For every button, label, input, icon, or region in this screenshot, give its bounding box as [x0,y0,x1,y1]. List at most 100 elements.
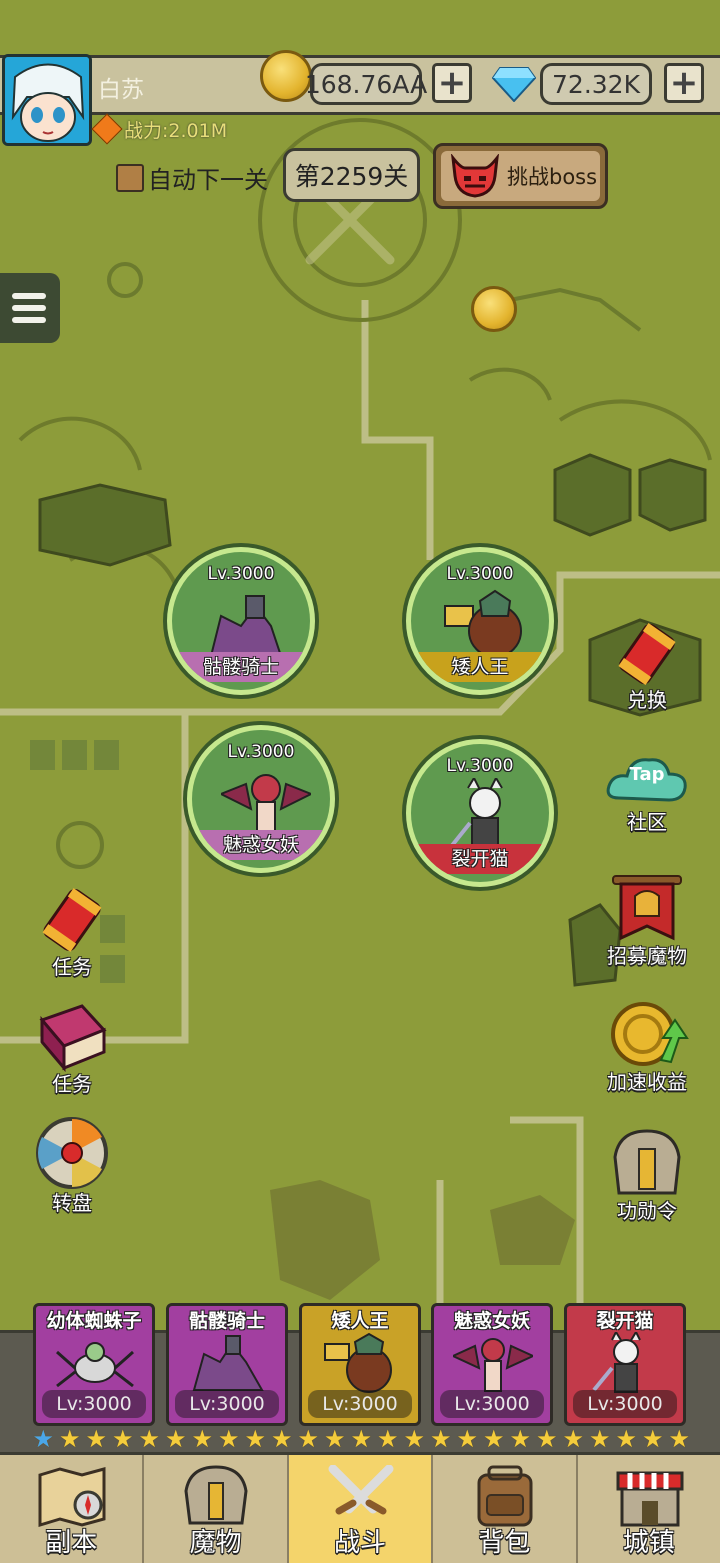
tap-cloud-icon: Tap [605,748,689,810]
add-gold-button[interactable]: + [432,63,472,103]
team-card-succubus[interactable]: 魅惑女妖 Lv:3000 [431,1303,553,1426]
auto-next-checkbox[interactable] [116,164,144,192]
menu-icon-line [12,317,46,323]
gold-star-icon: ★ [58,1425,81,1453]
gem-amount: 72.32K [540,63,652,105]
boss-demon-icon [451,154,499,198]
team-card-split-cat[interactable]: 裂开猫 Lv:3000 [564,1303,686,1426]
gold-amount: 168.76AA [305,63,427,105]
tap-badge: Tap [629,764,665,785]
team-card-skeleton-knight[interactable]: 骷髅骑士 Lv:3000 [166,1303,288,1426]
menu-icon [12,293,46,299]
monster-split-cat[interactable]: Lv.3000 裂开猫 [406,739,554,887]
side-exchange-button[interactable]: 兑换 [592,620,702,713]
split-cat-sprite [592,1332,641,1393]
team-card-name: 骷髅骑士 [188,1310,265,1332]
player-name: 白苏 [98,77,144,103]
challenge-boss-button[interactable]: 挑战boss [433,143,608,209]
dwarf-king-sprite [324,1332,392,1393]
team-card-name: 魅惑女妖 [453,1310,530,1332]
skeleton-knight-sprite [192,1335,264,1391]
menu-button[interactable] [0,273,60,343]
team-card-level: Lv:3000 [175,1390,279,1418]
nav-label: 城镇 [622,1528,675,1558]
nav-backpack[interactable]: 背包 [433,1455,578,1563]
gold-star-icon: ★ [668,1425,690,1453]
gold-star-icon: ★ [641,1425,664,1453]
monster-skeleton-knight[interactable]: Lv.3000 骷髅骑士 [167,547,315,695]
side-task-book-button[interactable]: 任务 [17,1000,127,1097]
team-card-level: Lv:3000 [308,1390,412,1418]
gold-star-icon: ★ [270,1425,293,1453]
side-label: 社区 [627,810,667,834]
team-card-dwarf-king[interactable]: 矮人王 Lv:3000 [299,1303,421,1426]
gold-star-icon: ★ [509,1425,531,1453]
monster-level: Lv.3000 [227,742,295,762]
gold-star-icon: ★ [323,1425,346,1453]
side-label: 招募魔物 [607,944,687,968]
gold-star-icon: ★ [191,1425,213,1453]
monster-succubus[interactable]: Lv.3000 魅惑女妖 [187,725,335,873]
gold-star-icon: ★ [244,1425,266,1453]
blue-star-icon: ★ [32,1425,54,1453]
gold-star-icon: ★ [350,1425,372,1453]
player-avatar[interactable] [2,54,92,146]
gold-star-icon: ★ [482,1425,505,1453]
team-card-name: 矮人王 [331,1310,389,1332]
gold-star-icon: ★ [85,1425,107,1453]
gold-star-icon: ★ [562,1425,584,1453]
team-card-level: Lv:3000 [42,1390,146,1418]
map-compass-icon [38,1467,106,1527]
helmet-icon [184,1465,248,1525]
monster-level: Lv.3000 [446,564,514,584]
firecracker-scroll-icon [618,623,676,685]
gold-star-icon: ★ [429,1425,452,1453]
monster-name: 裂开猫 [411,844,549,874]
monster-level: Lv.3000 [446,756,514,776]
side-merit-button[interactable]: 功勋令 [592,1127,702,1224]
team-card-name: 幼体蜘蛛子 [46,1310,142,1332]
gold-star-icon: ★ [376,1425,399,1453]
side-recruit-button[interactable]: 招募魔物 [592,872,702,969]
side-wheel-button[interactable]: 转盘 [17,1115,127,1216]
monster-dwarf-king[interactable]: Lv.3000 矮人王 [406,547,554,695]
banner-helmet-icon [612,875,682,941]
gold-star-icon: ★ [297,1425,319,1453]
team-card-name: 裂开猫 [596,1310,654,1332]
side-community-button[interactable]: Tap 社区 [592,748,702,835]
side-label: 转盘 [52,1191,92,1215]
gold-star-icon: ★ [403,1425,425,1453]
side-task-button[interactable]: 任务 [17,885,127,980]
gold-star-icon: ★ [588,1425,611,1453]
gold-star-icon: ★ [111,1425,134,1453]
monster-name: 骷髅骑士 [172,652,310,682]
side-boost-button[interactable]: 加速收益 [592,998,702,1095]
nav-dungeon[interactable]: 副本 [0,1455,145,1563]
map-coin-pickup[interactable] [471,286,517,332]
monster-level: Lv.3000 [207,564,275,584]
crossed-swords-icon [328,1465,394,1515]
shop-icon [616,1471,684,1527]
gold-star-icon: ★ [456,1425,478,1453]
nav-town[interactable]: 城镇 [578,1455,720,1563]
add-gem-button[interactable]: + [664,63,704,103]
gold-star-icon: ★ [535,1425,558,1453]
side-label: 加速收益 [607,1070,687,1094]
side-label: 任务 [52,955,92,979]
nav-label: 副本 [45,1528,98,1558]
gold-star-icon: ★ [138,1425,160,1453]
nav-monsters[interactable]: 魔物 [144,1455,289,1563]
side-label: 功勋令 [617,1199,677,1223]
firecracker-scroll-icon [42,888,102,952]
nav-battle[interactable]: 战斗 [288,1455,434,1563]
gold-star-icon: ★ [615,1425,637,1453]
team-card-baby-spider[interactable]: 幼体蜘蛛子 Lv:3000 [33,1303,155,1426]
wheel-icon [36,1117,108,1189]
backpack-icon [477,1465,533,1527]
star-rating-row: ★ ★ ★ ★ ★ ★ ★ ★ ★ ★ ★ ★ ★ ★ ★ ★ ★ ★ ★ ★ ★ ★ ★ ★ ★ [30,1426,695,1452]
current-stage: 第2259关 [283,148,420,202]
gold-star-icon: ★ [164,1425,187,1453]
power-icon [91,113,123,145]
coin-arrow-icon [611,1002,689,1066]
combat-power-value: 战力:2.01M [124,119,228,142]
